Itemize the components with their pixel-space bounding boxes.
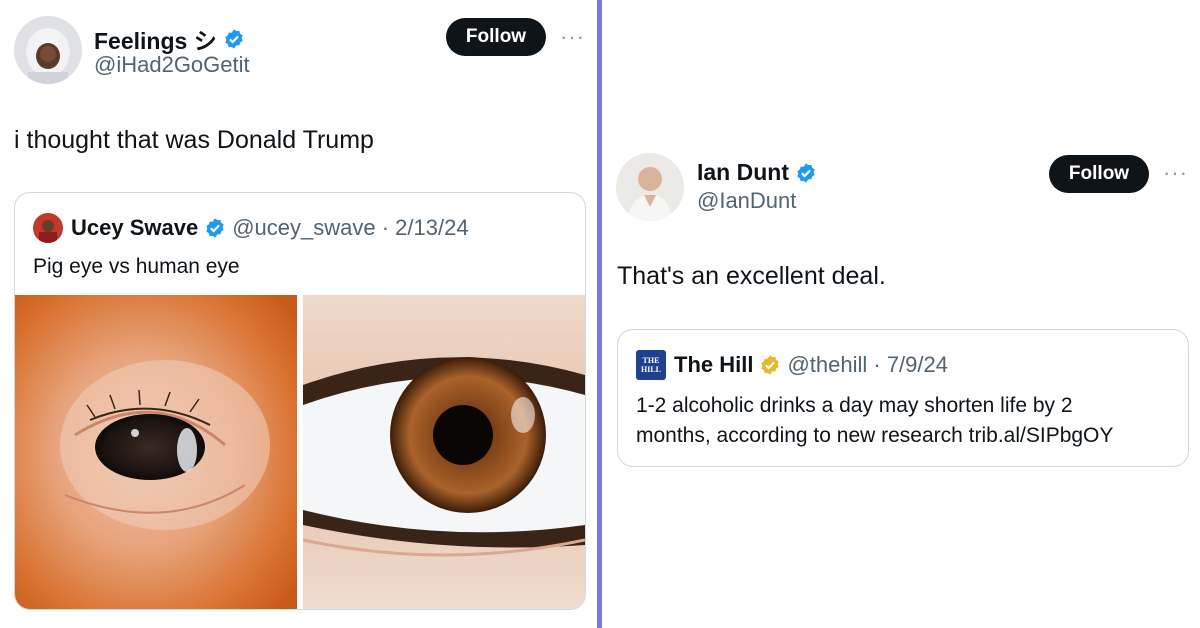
quote-author-name[interactable]: The Hill [674, 352, 753, 378]
quote-text-line-2: months, according to new research trib.a… [636, 424, 1114, 447]
quote-avatar[interactable] [33, 213, 63, 243]
more-options-icon[interactable]: ··· [1163, 162, 1188, 184]
tweet-text: That's an excellent deal. [617, 262, 886, 290]
author-name[interactable]: Ian Dunt [697, 159, 789, 186]
quote-author-name[interactable]: Ucey Swave [71, 215, 198, 241]
avatar[interactable] [14, 16, 82, 84]
logo-text: THE HILL [640, 356, 661, 374]
author-name[interactable]: Feelings シ [94, 22, 217, 56]
column-divider [597, 0, 602, 628]
follow-button[interactable]: Follow [446, 18, 546, 56]
quote-author-meta[interactable]: @ucey_swave · 2/13/24 [232, 215, 468, 241]
more-options-icon[interactable]: ··· [560, 26, 585, 48]
author-handle[interactable]: @IanDunt [697, 188, 796, 214]
quote-author-meta[interactable]: @thehill · 7/9/24 [787, 352, 948, 378]
author-handle[interactable]: @iHad2GoGetit [94, 52, 250, 78]
quote-text-line-1: 1-2 alcoholic drinks a day may shorten l… [636, 394, 1073, 417]
human-eye-photo[interactable] [303, 295, 585, 609]
tweet-text: i thought that was Donald Trump [14, 126, 374, 154]
avatar[interactable] [616, 153, 684, 221]
follow-button[interactable]: Follow [1049, 155, 1149, 193]
verified-badge-icon [225, 29, 243, 49]
quoted-tweet[interactable]: THE HILL The Hill @thehill · 7/9/24 1-2 … [617, 329, 1189, 467]
quote-text: Pig eye vs human eye [33, 255, 240, 278]
quoted-tweet[interactable]: Ucey Swave @ucey_swave · 2/13/24 Pig eye… [14, 192, 586, 610]
the-hill-logo-icon[interactable]: THE HILL [636, 350, 666, 380]
pig-eye-photo[interactable] [15, 295, 297, 609]
verified-badge-icon [797, 162, 815, 183]
verified-gold-badge-icon [761, 355, 780, 375]
verified-badge-icon [206, 218, 224, 238]
